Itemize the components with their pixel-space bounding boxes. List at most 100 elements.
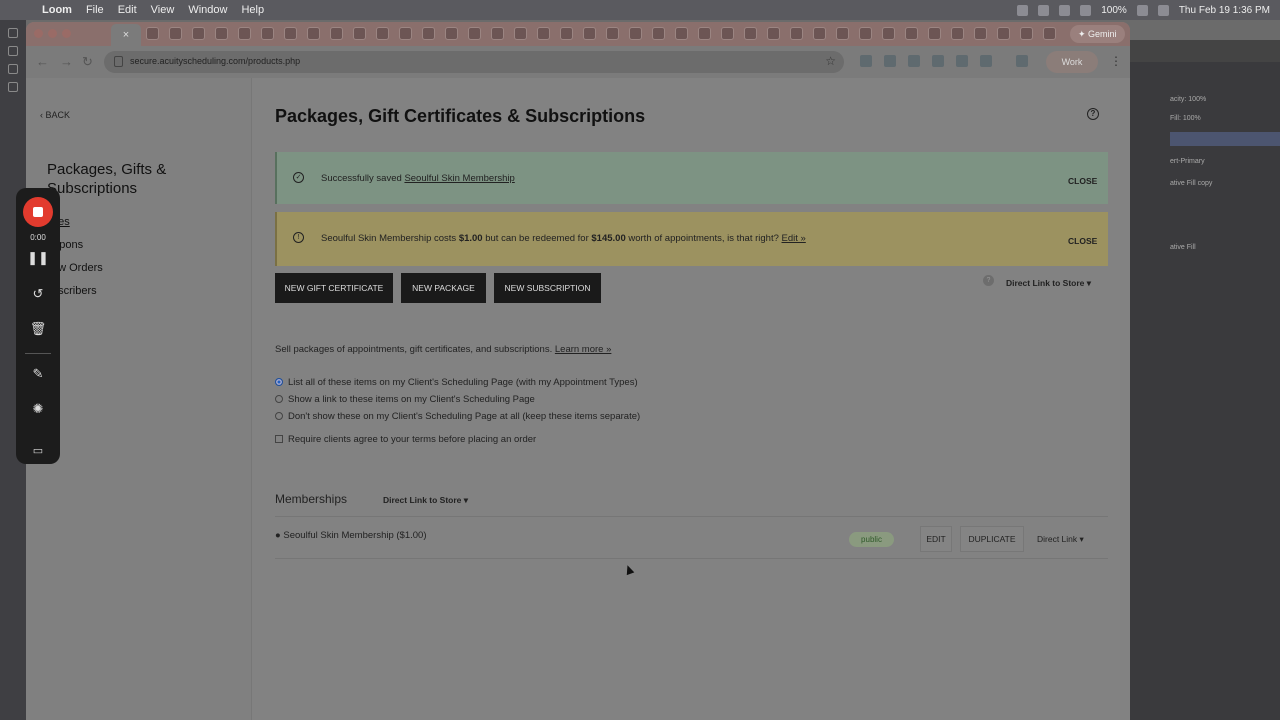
tab-favicon-icon[interactable] (1020, 27, 1033, 40)
tab-favicon-icon[interactable] (215, 27, 228, 40)
learn-more-link[interactable]: Learn more » (555, 344, 612, 355)
layer-item[interactable]: ative Fill (1170, 244, 1196, 251)
tab-favicon-icon[interactable] (744, 27, 757, 40)
sidepanel-icon[interactable] (1016, 55, 1028, 67)
extension-icon[interactable] (860, 55, 872, 67)
radio-selected[interactable] (275, 378, 283, 386)
layer-selected[interactable] (1170, 132, 1280, 146)
zoom-window-icon[interactable] (62, 29, 71, 38)
status-icon[interactable] (1059, 4, 1071, 16)
radio[interactable] (275, 412, 283, 420)
tab-favicon-icon[interactable] (537, 27, 550, 40)
tab-favicon-icon[interactable] (468, 27, 481, 40)
tab-favicon-icon[interactable] (721, 27, 734, 40)
menubar-clock[interactable]: Thu Feb 19 1:36 PM (1179, 5, 1270, 16)
direct-link-store-dropdown[interactable]: Direct Link to Store ▾ (1006, 278, 1091, 289)
url-text[interactable]: secure.acuityscheduling.com/products.php (130, 56, 300, 66)
edit-link[interactable]: Edit » (782, 233, 806, 244)
gemini-button[interactable]: ✦ Gemini (1070, 25, 1125, 43)
back-link[interactable]: ‹ BACK (40, 110, 70, 120)
trash-icon[interactable]: 🗑 (16, 321, 60, 337)
extension-icon[interactable] (884, 55, 896, 67)
tab-favicon-icon[interactable] (974, 27, 987, 40)
tab-favicon-icon[interactable] (169, 27, 182, 40)
duplicate-button[interactable]: DUPLICATE (960, 526, 1024, 552)
crop-tool-icon[interactable] (8, 82, 18, 92)
option-hide[interactable]: Don't show these on my Client's Scheduli… (275, 411, 640, 422)
tab-favicon-icon[interactable] (997, 27, 1010, 40)
help-icon[interactable]: ? (1087, 108, 1099, 120)
tab-favicon-icon[interactable] (445, 27, 458, 40)
pause-icon[interactable]: ❚❚ (16, 250, 60, 266)
marquee-tool-icon[interactable] (8, 46, 18, 56)
tab-favicon-icon[interactable] (813, 27, 826, 40)
profile-button[interactable]: Work (1046, 51, 1098, 73)
new-gift-certificate-button[interactable]: NEW GIFT CERTIFICATE (275, 273, 393, 303)
tab-favicon-icon[interactable] (928, 27, 941, 40)
extension-icon[interactable] (956, 55, 968, 67)
tab-favicon-icon[interactable] (422, 27, 435, 40)
fill-field[interactable]: Fill: 100% (1170, 115, 1201, 122)
bookmark-star-icon[interactable]: ☆ (825, 54, 836, 68)
tab-favicon-icon[interactable] (790, 27, 803, 40)
tab-favicon-icon[interactable] (399, 27, 412, 40)
new-tab-icon[interactable] (1043, 27, 1056, 40)
option-show-link[interactable]: Show a link to these items on my Client'… (275, 394, 535, 405)
reload-icon[interactable]: ↻ (82, 54, 93, 70)
extension-icon[interactable] (932, 55, 944, 67)
menu-file[interactable]: File (86, 4, 104, 16)
close-success-button[interactable]: CLOSE (1068, 176, 1108, 186)
tab-favicon-icon[interactable] (284, 27, 297, 40)
tab-favicon-icon[interactable] (767, 27, 780, 40)
membership-row[interactable]: ● Seoulful Skin Membership ($1.00) (275, 530, 427, 541)
new-package-button[interactable]: NEW PACKAGE (401, 273, 486, 303)
tab-favicon-icon[interactable] (698, 27, 711, 40)
tab-favicon-icon[interactable] (859, 27, 872, 40)
radio[interactable] (275, 395, 283, 403)
lasso-tool-icon[interactable] (8, 64, 18, 74)
close-tab-icon[interactable]: × (123, 29, 129, 41)
tab-favicon-icon[interactable] (192, 27, 205, 40)
site-info-icon[interactable] (114, 56, 123, 67)
more-menu-icon[interactable]: ⋮ (1110, 54, 1122, 68)
back-arrow-icon[interactable]: ← (36, 54, 49, 69)
tab-favicon-icon[interactable] (307, 27, 320, 40)
layer-item[interactable]: ative Fill copy (1170, 180, 1212, 187)
tab-favicon-icon[interactable] (261, 27, 274, 40)
tab-favicon-icon[interactable] (882, 27, 895, 40)
tab-favicon-icon[interactable] (905, 27, 918, 40)
tab-favicon-icon[interactable] (560, 27, 573, 40)
option-list-all[interactable]: List all of these items on my Client's S… (275, 377, 638, 388)
tab-favicon-icon[interactable] (652, 27, 665, 40)
address-bar[interactable]: secure.acuityscheduling.com/products.php… (104, 51, 844, 73)
new-subscription-button[interactable]: NEW SUBSCRIPTION (494, 273, 601, 303)
status-icon[interactable] (1038, 4, 1050, 16)
direct-link-dropdown[interactable]: Direct Link ▾ (1037, 534, 1084, 545)
terms-checkbox[interactable] (275, 435, 283, 443)
extension-icon[interactable] (908, 55, 920, 67)
wifi-icon[interactable] (1136, 4, 1148, 16)
tab-favicon-icon[interactable] (675, 27, 688, 40)
menu-help[interactable]: Help (241, 4, 264, 16)
terms-checkbox-row[interactable]: Require clients agree to your terms befo… (275, 434, 536, 445)
tab-favicon-icon[interactable] (606, 27, 619, 40)
question-icon[interactable]: ? (983, 275, 994, 286)
status-icon[interactable] (1017, 4, 1029, 16)
tab-favicon-icon[interactable] (353, 27, 366, 40)
confetti-icon[interactable]: ✺ (16, 401, 60, 417)
menu-window[interactable]: Window (188, 4, 227, 16)
minimize-window-icon[interactable] (48, 29, 57, 38)
layer-item[interactable]: ert-Primary (1170, 158, 1205, 165)
tab-favicon-icon[interactable] (583, 27, 596, 40)
opacity-field[interactable]: acity: 100% (1170, 96, 1206, 103)
tab-favicon-icon[interactable] (514, 27, 527, 40)
menu-loom[interactable]: Loom (42, 4, 72, 16)
tab-favicon-icon[interactable] (951, 27, 964, 40)
close-warning-button[interactable]: CLOSE (1068, 236, 1108, 246)
tab-favicon-icon[interactable] (836, 27, 849, 40)
tab-favicon-icon[interactable] (146, 27, 159, 40)
bluetooth-icon[interactable] (1080, 4, 1092, 16)
menu-edit[interactable]: Edit (118, 4, 137, 16)
drag-handle-icon[interactable]: ● (275, 530, 281, 541)
tab-favicon-icon[interactable] (376, 27, 389, 40)
